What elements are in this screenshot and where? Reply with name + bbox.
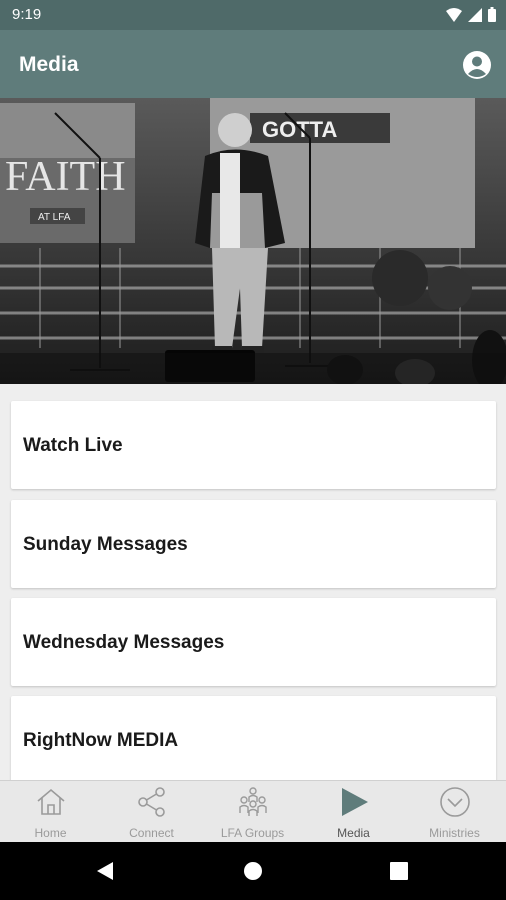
recents-icon[interactable] (390, 862, 408, 880)
share-icon (138, 787, 165, 817)
tab-label: Home (34, 826, 67, 840)
tab-label: Connect (129, 826, 174, 840)
hero-image: GOTTA FAITH AT LFA (0, 98, 506, 384)
battery-icon (488, 7, 496, 22)
banner-text-faith: FAITH (5, 154, 126, 200)
menu-item-wednesday-messages[interactable]: Wednesday Messages (11, 598, 496, 686)
tab-media[interactable]: Media (303, 781, 404, 843)
group-icon (239, 787, 267, 816)
menu-item-sunday-messages[interactable]: Sunday Messages (11, 500, 496, 588)
status-icons (446, 7, 496, 22)
home-button-icon[interactable] (243, 861, 263, 881)
tab-connect[interactable]: Connect (101, 781, 202, 843)
bottom-tab-bar: Home Connect LFA Groups Media Ministries (0, 780, 506, 843)
tab-lfa-groups[interactable]: LFA Groups (202, 781, 303, 843)
back-icon[interactable] (95, 861, 115, 881)
page-title: Media (19, 53, 79, 76)
app-bar: Media (0, 30, 506, 98)
signal-icon (468, 7, 482, 22)
tab-ministries[interactable]: Ministries (404, 781, 505, 843)
system-nav-bar (0, 842, 506, 900)
tab-label: Ministries (429, 826, 480, 840)
tab-home[interactable]: Home (0, 781, 101, 843)
tab-label: Media (337, 826, 370, 840)
status-bar: 9:19 (0, 0, 506, 30)
chevron-circle-icon (440, 787, 470, 817)
tab-label: LFA Groups (220, 826, 285, 840)
banner-text-gotta: GOTTA (262, 117, 337, 142)
banner-text-lfa: AT LFA (38, 212, 71, 223)
menu-item-rightnow-media[interactable]: RightNow MEDIA (11, 696, 496, 780)
play-icon (342, 788, 368, 816)
profile-icon[interactable] (462, 50, 492, 80)
media-menu-list: Watch Live Sunday Messages Wednesday Mes… (0, 384, 506, 780)
menu-item-label: Watch Live (23, 435, 123, 456)
stage-photo: GOTTA FAITH AT LFA (0, 98, 506, 384)
menu-item-label: Wednesday Messages (23, 632, 225, 653)
wifi-icon (446, 7, 462, 22)
menu-item-label: RightNow MEDIA (23, 730, 179, 751)
status-time: 9:19 (12, 6, 42, 23)
menu-item-watch-live[interactable]: Watch Live (11, 401, 496, 489)
menu-item-label: Sunday Messages (23, 534, 188, 555)
home-icon (37, 788, 65, 815)
